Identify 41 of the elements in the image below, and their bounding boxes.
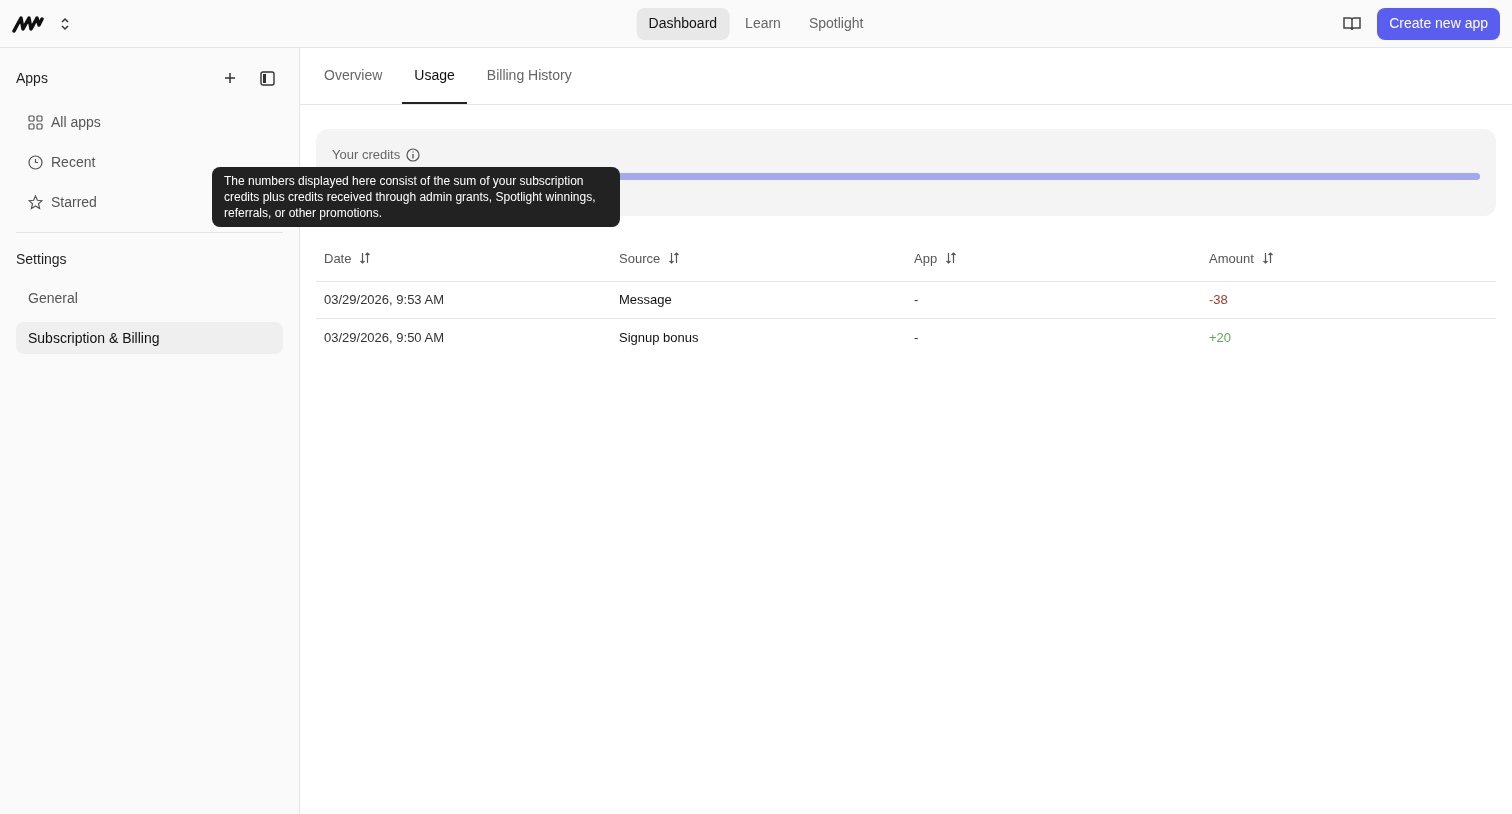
table-cell: Message xyxy=(611,281,906,319)
table-cell: 03/29/2026, 9:50 AM xyxy=(316,318,611,356)
book-icon[interactable] xyxy=(1343,16,1362,31)
create-app-button[interactable]: Create new app xyxy=(1377,7,1500,40)
sidebar-item[interactable]: General xyxy=(16,282,283,314)
sort-icon[interactable] xyxy=(668,252,681,265)
plus-icon[interactable] xyxy=(224,72,236,84)
column-header[interactable]: Amount xyxy=(1209,248,1254,268)
tab[interactable]: Overview xyxy=(312,48,395,104)
nav-tab[interactable]: Dashboard xyxy=(636,7,730,40)
sort-icon[interactable] xyxy=(359,252,372,265)
credits-label: Your credits xyxy=(332,146,401,164)
grid-icon xyxy=(28,114,43,130)
sidebar-item[interactable]: Recent xyxy=(51,151,96,173)
sort-icon[interactable] xyxy=(945,252,958,265)
nav-tab[interactable]: Spotlight xyxy=(796,7,876,40)
sidebar-item[interactable]: Starred xyxy=(51,191,97,213)
tab[interactable]: Billing History xyxy=(474,48,584,104)
section-heading: Settings xyxy=(16,250,68,269)
star-icon xyxy=(28,194,43,210)
nav-tab[interactable]: Learn xyxy=(733,7,793,40)
section-heading: Apps xyxy=(16,68,48,88)
chevron-up-down-icon[interactable] xyxy=(60,15,70,32)
column-header[interactable]: App xyxy=(914,248,938,268)
column-header[interactable]: Date xyxy=(324,248,352,268)
table-cell: - xyxy=(906,281,1201,319)
table-cell: +20 xyxy=(1201,318,1496,356)
column-header[interactable]: Source xyxy=(619,248,661,268)
clock-icon xyxy=(28,154,43,170)
sidebar-item[interactable]: All apps xyxy=(51,111,101,133)
table-cell: -38 xyxy=(1201,281,1496,319)
logo-icon[interactable] xyxy=(12,14,44,33)
tab[interactable]: Usage xyxy=(402,48,467,104)
table-cell: Signup bonus xyxy=(611,318,906,356)
sort-icon[interactable] xyxy=(1261,252,1274,265)
sidebar-toggle-icon[interactable] xyxy=(260,70,275,86)
info-icon[interactable] xyxy=(406,147,421,162)
sidebar-item[interactable]: Subscription & Billing xyxy=(16,322,283,354)
tooltip: The numbers displayed here consist of the sum of your subscription credits plus credits received through admin grants, Spotlight winnings, referrals, or other promotions. xyxy=(212,167,620,227)
table-cell: 03/29/2026, 9:53 AM xyxy=(316,281,611,319)
table-cell: - xyxy=(906,318,1201,356)
